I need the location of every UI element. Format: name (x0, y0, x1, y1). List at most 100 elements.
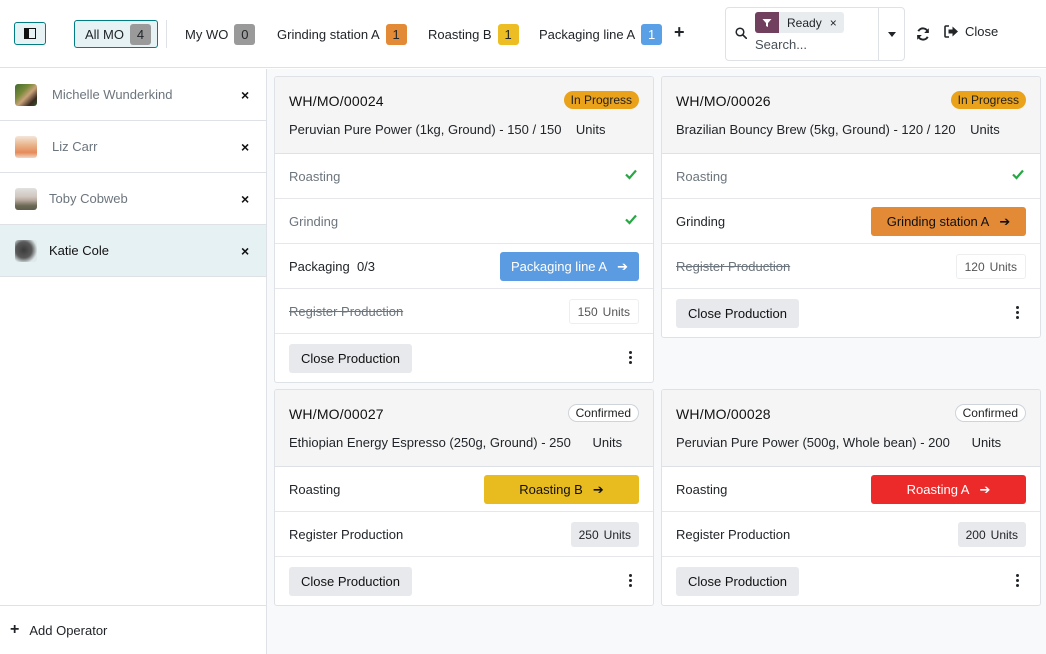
workorder-label: Roasting (676, 168, 728, 184)
operator-name: Liz Carr (52, 139, 98, 154)
tab-count-badge: 1 (385, 23, 407, 45)
operator-item[interactable]: Michelle Wunderkind × (0, 69, 266, 121)
operator-item-active[interactable]: Katie Cole × (0, 225, 266, 277)
mo-card: WH/MO/00028 Confirmed Peruvian Pure Powe… (661, 389, 1041, 606)
workorder-row[interactable]: Roasting Roasting B ➔ (275, 467, 653, 512)
filter-icon (755, 12, 779, 33)
status-badge: In Progress (563, 91, 639, 109)
more-options-icon[interactable] (1016, 306, 1020, 319)
workorder-row[interactable]: Roasting (275, 154, 653, 199)
mo-card-grid: WH/MO/00024 In Progress Peruvian Pure Po… (267, 69, 1046, 654)
workcenter-button-packaging-line-a[interactable]: Packaging line A ➔ (500, 252, 639, 281)
search-input[interactable] (755, 37, 875, 52)
status-badge: In Progress (950, 91, 1026, 109)
more-options-icon[interactable] (1016, 574, 1020, 587)
refresh-icon[interactable] (915, 26, 931, 42)
caret-down-icon (887, 31, 896, 37)
workorder-row[interactable]: Grinding Grinding station A ➔ (662, 199, 1040, 244)
facet-remove-button[interactable]: × (828, 12, 844, 33)
register-production-label: Register Production (676, 258, 791, 274)
arrow-right-icon: ➔ (592, 481, 604, 497)
quantity-badge[interactable]: 200 Units (957, 522, 1026, 547)
close-button[interactable]: Close (944, 24, 998, 39)
workorder-row[interactable]: Roasting Roasting A ➔ (662, 467, 1040, 512)
workcenter-button-roasting-a[interactable]: Roasting A ➔ (871, 475, 1026, 504)
quantity-badge[interactable]: 250 Units (570, 522, 639, 547)
avatar (15, 187, 37, 210)
arrow-right-icon: ➔ (979, 481, 991, 497)
tab-count-badge: 1 (641, 23, 663, 45)
workorder-row[interactable]: Packaging 0/3 Packaging line A ➔ (275, 244, 653, 289)
operator-name: Katie Cole (49, 243, 109, 258)
remove-operator-icon[interactable]: × (241, 87, 249, 103)
sidebar-toggle-button[interactable] (14, 22, 46, 45)
register-production-row[interactable]: Register Production 120 Units (662, 244, 1040, 289)
card-header[interactable]: WH/MO/00026 In Progress Brazilian Bouncy… (662, 77, 1040, 154)
register-production-row[interactable]: Register Production 200 Units (662, 512, 1040, 557)
search-panel: Ready × (725, 7, 905, 61)
check-icon (1012, 169, 1024, 180)
remove-operator-icon[interactable]: × (241, 243, 249, 259)
register-production-row[interactable]: Register Production 250 Units (275, 512, 653, 557)
check-icon (625, 169, 637, 180)
card-footer: Close Production (662, 557, 1040, 605)
search-options-toggle[interactable] (878, 8, 904, 60)
avatar (15, 135, 37, 158)
workcenter-button-roasting-b[interactable]: Roasting B ➔ (484, 475, 639, 504)
workcenter-button-grinding-station-a[interactable]: Grinding station A ➔ (871, 207, 1026, 236)
mo-card: WH/MO/00026 In Progress Brazilian Bouncy… (661, 76, 1041, 338)
search-icon (735, 27, 747, 39)
sidebar-toggle-icon (24, 28, 36, 39)
add-operator-label: Add Operator (29, 622, 108, 638)
tab-grinding-station-a[interactable]: Grinding station A 1 (277, 20, 407, 48)
top-bar: All MO 4 My WO 0 Grinding station A 1 Ro… (0, 0, 1046, 68)
mo-reference: WH/MO/00028 (676, 406, 771, 422)
workorder-label: Roasting (289, 168, 341, 184)
close-production-button[interactable]: Close Production (676, 298, 799, 328)
search-facet: Ready × (755, 12, 844, 33)
more-options-icon[interactable] (629, 351, 633, 364)
tab-label: Roasting B (428, 26, 492, 42)
check-icon (625, 214, 637, 225)
close-production-button[interactable]: Close Production (676, 566, 799, 596)
remove-operator-icon[interactable]: × (241, 191, 249, 207)
tab-all-mo[interactable]: All MO 4 (74, 20, 158, 48)
tab-packaging-line-a[interactable]: Packaging line A 1 (539, 20, 663, 48)
mo-reference: WH/MO/00026 (676, 93, 771, 109)
quantity-badge[interactable]: 150 Units (568, 299, 639, 324)
card-footer: Close Production (275, 557, 653, 605)
mo-reference: WH/MO/00024 (289, 93, 384, 109)
remove-operator-icon[interactable]: × (241, 139, 249, 155)
operator-item[interactable]: Liz Carr × (0, 121, 266, 173)
mo-card: WH/MO/00027 Confirmed Ethiopian Energy E… (274, 389, 654, 606)
workorder-label: Roasting (289, 481, 341, 497)
arrow-right-icon: ➔ (617, 258, 629, 274)
plus-icon: + (674, 22, 685, 42)
tab-count-badge: 0 (234, 23, 256, 45)
product-description: Brazilian Bouncy Brew (5kg, Ground) - 12… (676, 122, 1000, 137)
close-production-button[interactable]: Close Production (289, 343, 412, 373)
tab-count-badge: 4 (130, 23, 151, 45)
card-header[interactable]: WH/MO/00027 Confirmed Ethiopian Energy E… (275, 390, 653, 467)
tab-label: My WO (185, 26, 229, 42)
tab-roasting-b[interactable]: Roasting B 1 (428, 20, 519, 48)
product-description: Peruvian Pure Power (500g, Whole bean) -… (676, 435, 1002, 450)
mo-reference: WH/MO/00027 (289, 406, 384, 422)
avatar (15, 239, 37, 262)
add-operator-button[interactable]: + Add Operator (0, 605, 266, 654)
close-production-button[interactable]: Close Production (289, 566, 412, 596)
register-production-row[interactable]: Register Production 150 Units (275, 289, 653, 334)
tab-my-wo[interactable]: My WO 0 (185, 20, 256, 48)
status-badge: Confirmed (567, 404, 639, 422)
register-production-label: Register Production (289, 526, 404, 542)
operator-item[interactable]: Toby Cobweb × (0, 173, 266, 225)
more-options-icon[interactable] (629, 574, 633, 587)
card-header[interactable]: WH/MO/00024 In Progress Peruvian Pure Po… (275, 77, 653, 154)
card-footer: Close Production (275, 334, 653, 382)
card-header[interactable]: WH/MO/00028 Confirmed Peruvian Pure Powe… (662, 390, 1040, 467)
tab-label: Grinding station A (277, 26, 380, 42)
workorder-row[interactable]: Grinding (275, 199, 653, 244)
quantity-badge[interactable]: 120 Units (955, 254, 1026, 279)
workorder-row[interactable]: Roasting (662, 154, 1040, 199)
add-workcenter-button[interactable]: + (674, 22, 685, 43)
